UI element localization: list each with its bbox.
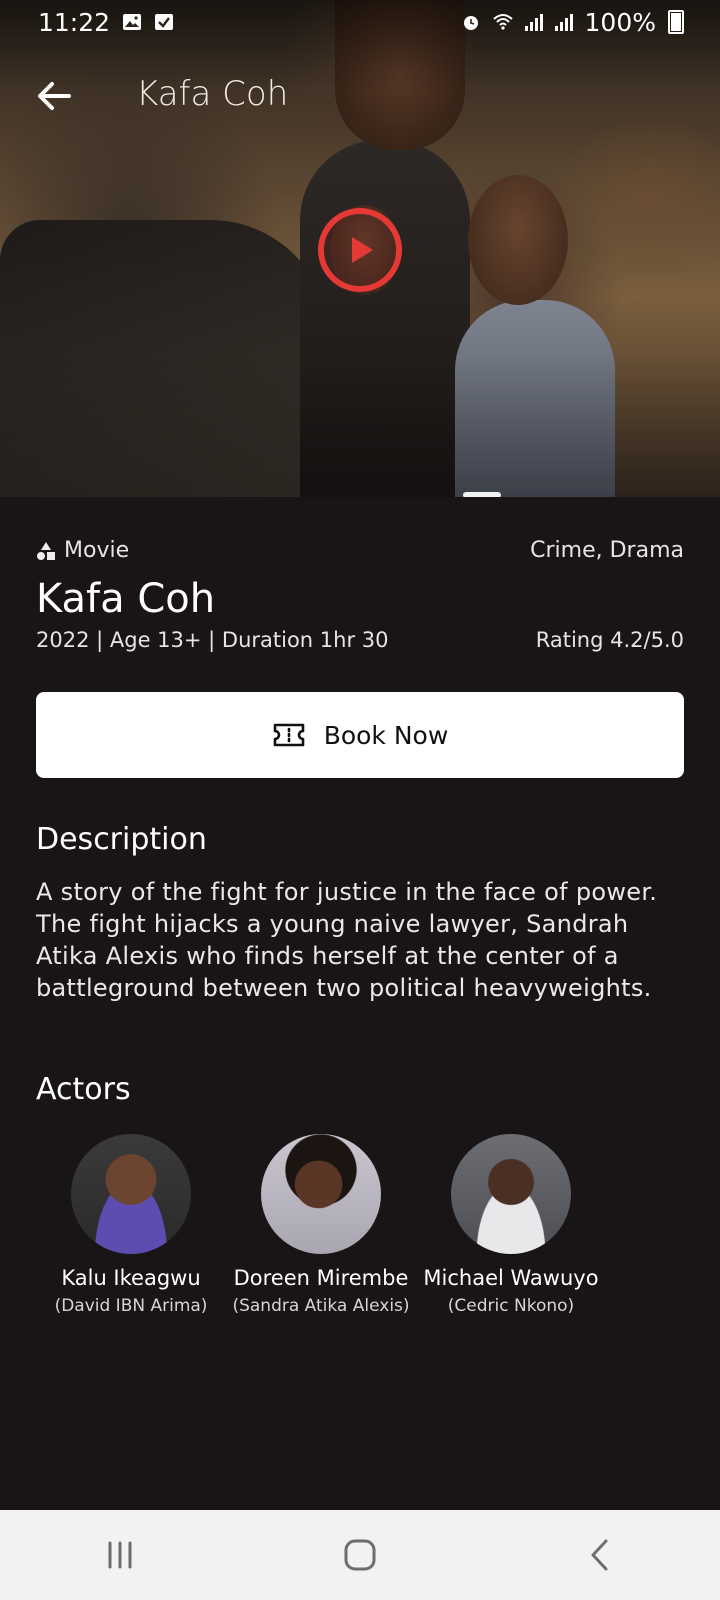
ticket-icon [273,723,304,747]
back-chevron-icon [591,1539,608,1571]
arrow-left-icon [38,82,71,110]
actor-name: Kalu Ikeagwu [61,1266,201,1290]
play-icon [352,237,373,263]
actor-avatar [261,1134,381,1254]
movie-rating: Rating 4.2/5.0 [535,628,684,652]
status-right: 100% [461,8,684,37]
nav-home-button[interactable] [320,1525,400,1585]
actor-name: Doreen Mirembe [233,1266,409,1290]
home-icon [344,1539,376,1571]
actors-heading: Actors [36,1072,131,1107]
status-left: 11:22 [38,8,174,37]
movie-info: 2022 | Age 13+ | Duration 1hr 30 [36,628,389,652]
actor-role: (Cedric Nkono) [447,1296,575,1316]
wifi-icon [492,14,513,30]
system-nav-bar [0,1510,720,1600]
book-now-button[interactable]: Book Now [36,692,684,778]
book-now-label: Book Now [323,720,449,750]
actor-name: Michael Wawuyo [423,1266,599,1290]
status-time: 11:22 [38,7,111,37]
top-bar: Kafa Coh [0,62,720,132]
actor-card[interactable]: Michael Wawuyo (Cedric Nkono) [416,1134,606,1316]
battery-percent: 100% [584,7,656,37]
actor-role: (Sandra Atika Alexis) [232,1296,410,1316]
meta-row: Movie Crime, Drama [36,538,684,563]
battery-icon [668,10,684,34]
description-text: A story of the fight for justice in the … [36,878,658,1002]
shapes-icon [37,541,55,560]
actor-avatar [71,1134,191,1254]
movie-type: Movie [36,538,129,563]
recents-icon [108,1541,132,1569]
description-heading: Description [36,822,207,857]
signal-icon-1 [524,13,543,31]
nav-recents-button[interactable] [80,1525,160,1585]
back-button[interactable] [34,76,74,116]
check-notification-icon [155,14,174,30]
actor-card[interactable]: Kalu Ikeagwu (David IBN Arima) [36,1134,226,1316]
actors-list: Kalu Ikeagwu (David IBN Arima) Doreen Mi… [36,1134,686,1316]
actor-card[interactable]: Doreen Mirembe (Sandra Atika Alexis) [226,1134,416,1316]
nav-back-button[interactable] [560,1525,640,1585]
play-trailer-button[interactable] [318,208,402,292]
movie-type-label: Movie [64,538,130,563]
alarm-icon [463,16,478,30]
carousel-indicator [463,492,501,497]
status-bar: 11:22 100% [0,0,720,44]
actor-avatar [451,1134,571,1254]
signal-icon-2 [554,13,573,31]
gallery-notification-icon [123,14,142,30]
movie-genres: Crime, Drama [530,538,684,563]
info-row: 2022 | Age 13+ | Duration 1hr 30 Rating … [36,628,684,652]
actor-role: (David IBN Arima) [54,1296,208,1316]
top-bar-title: Kafa Coh [136,74,289,114]
movie-title: Kafa Coh [36,576,216,622]
